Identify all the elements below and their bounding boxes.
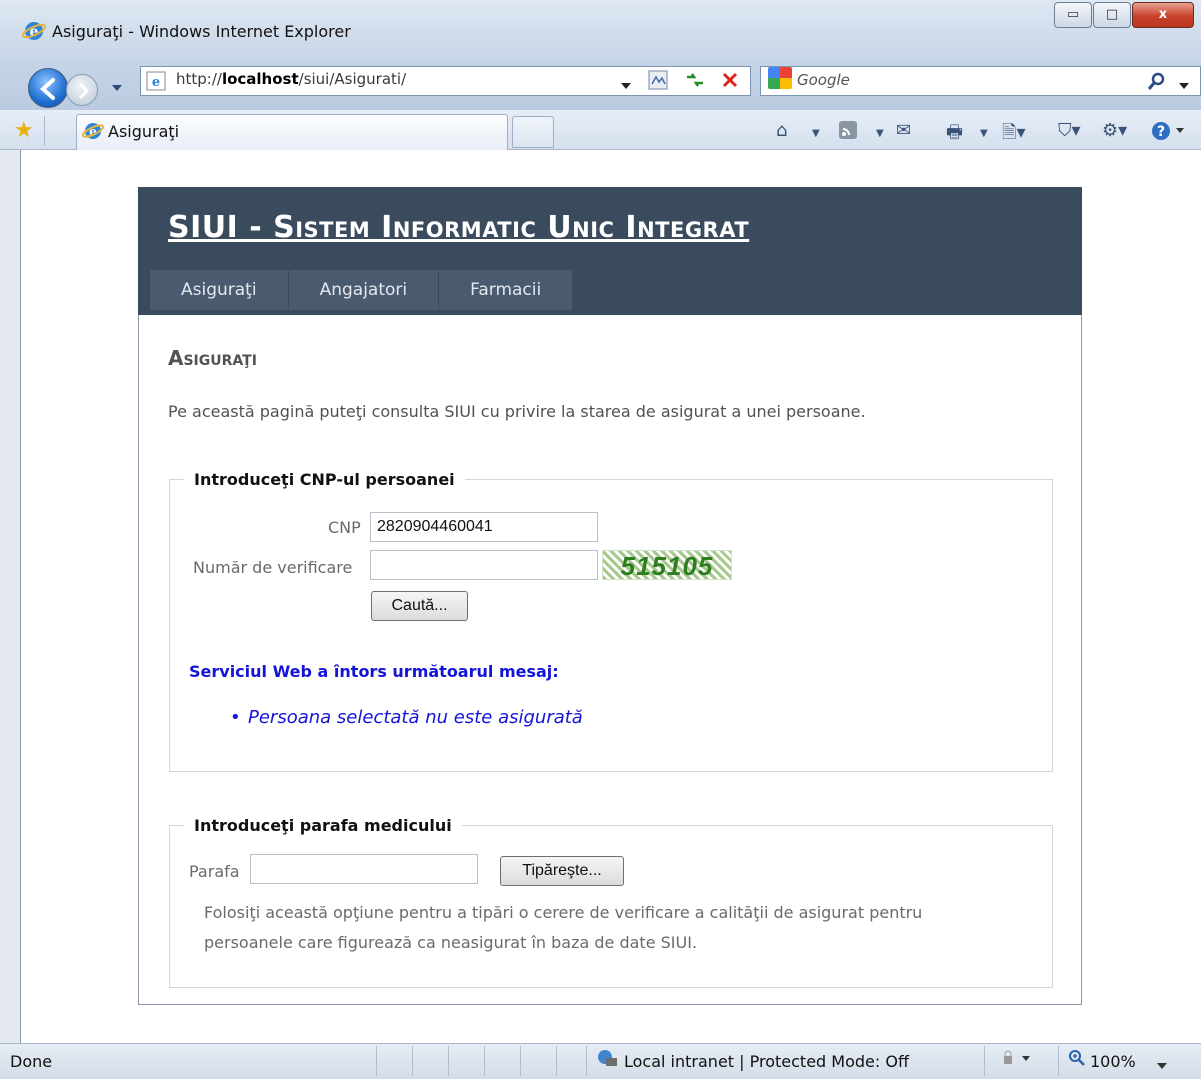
ws-result-heading: Serviciul Web a întors următoarul mesaj:	[189, 662, 559, 681]
compatibility-view-icon[interactable]	[646, 68, 670, 96]
verify-input[interactable]	[370, 550, 598, 580]
status-separator	[376, 1046, 377, 1076]
status-separator	[586, 1046, 587, 1076]
back-button[interactable]	[28, 68, 68, 108]
status-separator	[556, 1046, 557, 1076]
parafa-legend: Introduceţi parafa medicului	[194, 816, 452, 835]
cnp-legend: Introduceţi CNP-ul persoanei	[194, 470, 455, 489]
search-button[interactable]: Caută...	[371, 591, 468, 621]
google-logo-icon	[768, 67, 792, 89]
status-separator	[520, 1046, 521, 1076]
forward-button[interactable]	[66, 74, 98, 106]
tab-separator	[44, 116, 66, 146]
captcha-image: 515105	[602, 550, 732, 581]
parafa-input[interactable]	[250, 854, 478, 884]
search-input[interactable]: Google	[797, 71, 850, 89]
favorites-star-icon[interactable]: ★	[14, 118, 34, 143]
close-icon: x	[1158, 7, 1168, 22]
page-intro: Pe această pagină puteţi consulta SIUI c…	[168, 402, 866, 421]
status-separator	[484, 1046, 485, 1076]
back-arrow-icon	[40, 78, 55, 100]
status-separator	[412, 1046, 413, 1076]
print-dropdown-icon[interactable]: ▼	[980, 128, 988, 139]
page-title: Asiguraţi	[168, 346, 257, 370]
zoom-level[interactable]: 100%	[1090, 1052, 1136, 1071]
safety-menu-icon[interactable]: ⛉▾	[1058, 120, 1081, 141]
cnp-input[interactable]	[370, 512, 598, 542]
url-prefix: http://	[176, 70, 222, 88]
status-separator	[984, 1046, 985, 1076]
page-ie-icon: e	[146, 71, 166, 95]
maximize-icon: □	[1105, 7, 1119, 22]
security-lock-icon[interactable]	[998, 1050, 1034, 1070]
menu-item-farmacii[interactable]: Farmacii	[439, 270, 574, 310]
status-separator	[448, 1046, 449, 1076]
close-button[interactable]: x	[1132, 2, 1194, 28]
page-menu-icon[interactable]: 🗎▾	[1002, 120, 1026, 150]
url-path: /siui/Asigurati/	[298, 70, 407, 88]
ws-result-bullet: •	[230, 707, 241, 728]
recent-pages-dropdown-icon[interactable]	[110, 78, 124, 97]
svg-text:?: ?	[1157, 124, 1165, 140]
site-title[interactable]: SIUI - Sistem Informatic Unic Integrat	[168, 210, 749, 245]
minimize-button[interactable]: ▭	[1054, 2, 1092, 28]
security-zone[interactable]: Local intranet | Protected Mode: Off	[624, 1052, 909, 1071]
home-dropdown-icon[interactable]: ▼	[812, 128, 820, 139]
tools-gear-icon[interactable]: ⚙▾	[1102, 120, 1127, 141]
parafa-note: Folosiţi această opţiune pentru a tipări…	[204, 903, 923, 952]
feeds-icon[interactable]	[838, 120, 858, 145]
window-title: Asiguraţi - Windows Internet Explorer	[52, 22, 351, 41]
tab-label: Asiguraţi	[108, 122, 180, 141]
zoom-icon[interactable]	[1068, 1049, 1086, 1071]
stop-icon[interactable]	[718, 68, 742, 96]
tab-ie-icon: e	[81, 120, 105, 146]
ie-logo-icon: e	[21, 20, 47, 42]
mail-icon[interactable]: ✉	[896, 120, 911, 141]
feeds-dropdown-icon[interactable]: ▼	[876, 128, 884, 139]
refresh-icon[interactable]	[682, 68, 708, 96]
ws-result-message: Persoana selectată nu este asigurată	[248, 707, 583, 728]
menu-item-angajatori[interactable]: Angajatori	[288, 270, 440, 310]
print-button[interactable]: Tipăreşte...	[500, 856, 624, 886]
address-dropdown-icon[interactable]	[620, 76, 632, 95]
search-options-dropdown-icon[interactable]	[1178, 76, 1190, 95]
window-left-frame	[0, 150, 20, 1043]
menu-item-asigurati[interactable]: Asiguraţi	[150, 270, 289, 310]
zoom-dropdown-icon[interactable]	[1156, 1056, 1168, 1075]
forward-arrow-icon	[78, 82, 90, 100]
cnp-label: CNP	[328, 518, 361, 537]
parafa-label: Parafa	[189, 862, 240, 881]
address-url[interactable]: http://localhost/siui/Asigurati/	[176, 70, 406, 88]
url-host: localhost	[221, 70, 299, 88]
help-icon[interactable]: ?	[1150, 120, 1190, 147]
home-icon[interactable]: ⌂	[776, 120, 787, 141]
svg-text:e: e	[152, 75, 160, 90]
verify-label: Număr de verificare	[193, 558, 353, 577]
print-icon[interactable]: 🖶	[946, 120, 963, 150]
main-menu: Asiguraţi Angajatori Farmacii	[150, 270, 574, 310]
search-icon[interactable]	[1146, 70, 1168, 96]
local-intranet-icon	[596, 1048, 618, 1072]
new-tab-button[interactable]	[512, 116, 554, 148]
minimize-icon: ▭	[1066, 7, 1080, 22]
status-text: Done	[10, 1052, 53, 1071]
status-separator	[1058, 1046, 1059, 1076]
maximize-button[interactable]: □	[1093, 2, 1131, 28]
